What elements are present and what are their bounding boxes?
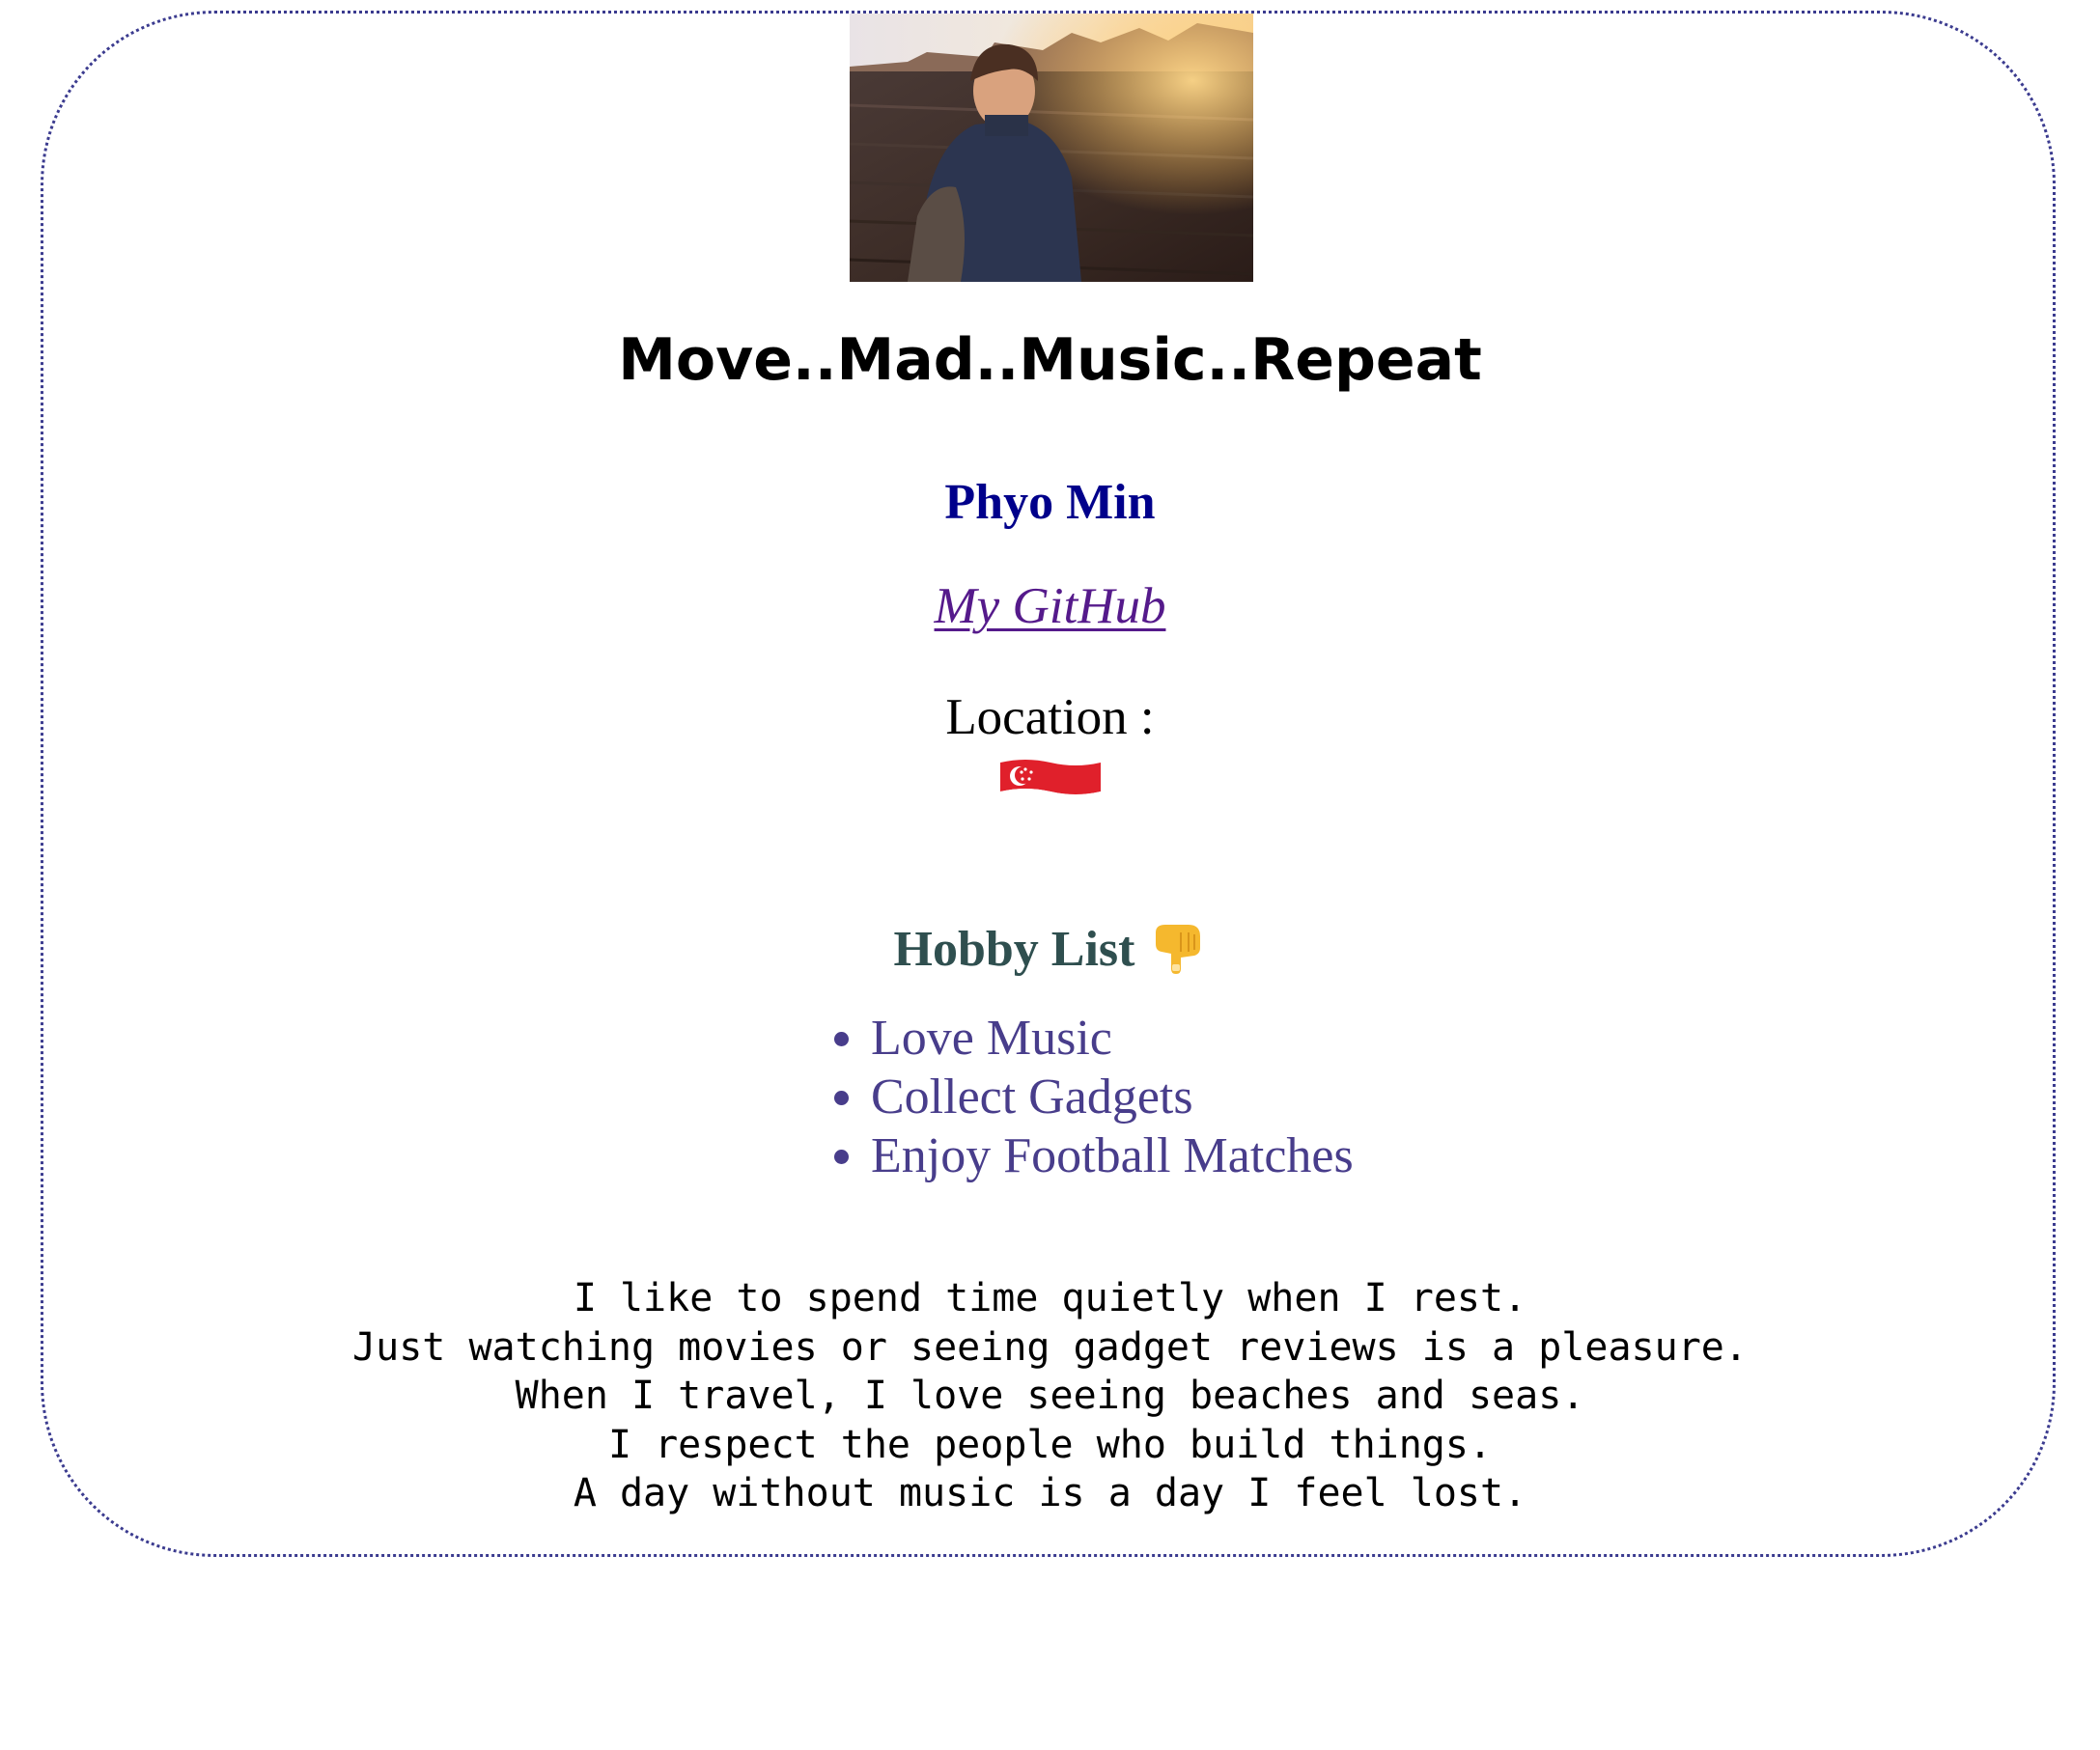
hobby-item-text: Enjoy Football Matches [871,1128,1354,1183]
about-line: Just watching movies or seeing gadget re… [352,1324,1748,1370]
location-label: Location : [945,689,1155,745]
github-link[interactable]: My GitHub [935,578,1166,634]
profile-photo [850,14,1253,282]
list-item: Collect Gadgets [830,1068,1354,1126]
about-text: I like to spend time quietly when I rest… [0,1274,2100,1518]
about-line: When I travel, I love seeing beaches and… [515,1374,1585,1418]
about-line: A day without music is a day I feel lost… [573,1471,1527,1515]
page-title: Move..Mad..Music..Repeat [618,326,1482,394]
list-item: Love Music [830,1009,1354,1068]
singapore-flag-icon [998,753,1103,830]
bullet [834,1150,849,1164]
hobby-list: Love Music Collect Gadgets Enjoy Footbal… [830,1009,1354,1185]
hobby-item-text: Love Music [871,1011,1112,1066]
person-name: Phyo Min [944,475,1156,530]
hobby-list-title: Hobby List [0,919,2100,981]
list-item: Enjoy Football Matches [830,1126,1354,1185]
backhand-index-pointing-down-icon [1150,919,1206,975]
hobby-list-title-text: Hobby List [893,922,1135,977]
bullet [834,1091,849,1105]
bullet [834,1032,849,1046]
github-link-row: My GitHub [0,575,2100,637]
about-line: I respect the people who build things. [607,1422,1493,1467]
hobby-item-text: Collect Gadgets [871,1069,1193,1125]
about-line: I like to spend time quietly when I rest… [573,1276,1527,1320]
